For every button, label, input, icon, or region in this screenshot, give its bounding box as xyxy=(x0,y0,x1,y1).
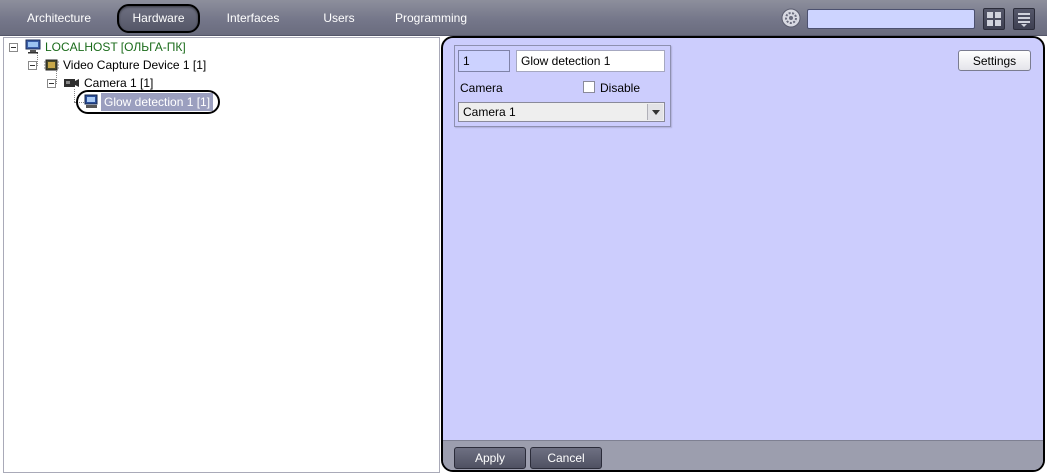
layout-grid-icon xyxy=(987,12,1001,26)
tab-hardware[interactable]: Hardware xyxy=(117,4,200,33)
search-input[interactable] xyxy=(807,9,975,29)
tree-node-label: Camera 1 [1] xyxy=(84,76,154,90)
camera-select-value: Camera 1 xyxy=(463,105,516,119)
disable-checkbox[interactable] xyxy=(583,81,595,93)
detector-icon xyxy=(84,94,98,108)
collapse-toggle-icon[interactable] xyxy=(47,79,56,88)
computer-icon xyxy=(25,39,41,54)
tree-node-localhost[interactable]: LOCALHOST [ОЛЬГА-ПК] xyxy=(9,38,309,56)
layout-grid-button[interactable] xyxy=(983,8,1005,30)
tab-interfaces[interactable]: Interfaces xyxy=(222,5,284,31)
tree-node-glow-detection[interactable]: Glow detection 1 [1] xyxy=(84,93,234,111)
gear-icon[interactable] xyxy=(781,8,801,28)
collapse-toggle-icon[interactable] xyxy=(28,61,37,70)
camera-label: Camera xyxy=(460,81,503,95)
tree-node-label: Video Capture Device 1 [1] xyxy=(63,58,207,72)
collapse-toggle-icon[interactable] xyxy=(9,43,18,52)
tree-node-video-capture-device[interactable]: Video Capture Device 1 [1] xyxy=(28,56,328,74)
tree-node-label: Glow detection 1 [1] xyxy=(101,93,214,111)
object-id-field[interactable] xyxy=(458,50,510,72)
object-name-field[interactable] xyxy=(516,50,665,72)
tab-users[interactable]: Users xyxy=(318,5,360,31)
tab-architecture[interactable]: Architecture xyxy=(22,5,96,31)
apply-button[interactable]: Apply xyxy=(454,447,526,469)
capture-board-icon xyxy=(44,59,59,71)
chevron-down-icon[interactable] xyxy=(647,104,663,120)
settings-button[interactable]: Settings xyxy=(958,50,1031,71)
top-toolbar: Architecture Hardware Interfaces Users P… xyxy=(0,0,1047,36)
menu-list-icon xyxy=(1018,13,1030,27)
properties-panel: Camera Disable Camera 1 Settings Apply C… xyxy=(441,36,1045,472)
tree-node-label: LOCALHOST [ОЛЬГА-ПК] xyxy=(45,40,186,54)
object-properties-card: Camera Disable Camera 1 xyxy=(454,45,671,127)
tree-node-camera[interactable]: Camera 1 [1] xyxy=(47,74,347,92)
tab-programming[interactable]: Programming xyxy=(392,5,470,31)
menu-button[interactable] xyxy=(1013,8,1035,30)
cancel-button[interactable]: Cancel xyxy=(530,447,602,469)
camera-select[interactable]: Camera 1 xyxy=(458,102,665,122)
disable-label: Disable xyxy=(600,81,641,95)
panel-footer: Apply Cancel xyxy=(443,440,1043,470)
tree-connector xyxy=(74,102,84,103)
camera-icon xyxy=(64,79,79,87)
hardware-tree: LOCALHOST [ОЛЬГА-ПК] Video Capture Devic… xyxy=(3,37,440,473)
